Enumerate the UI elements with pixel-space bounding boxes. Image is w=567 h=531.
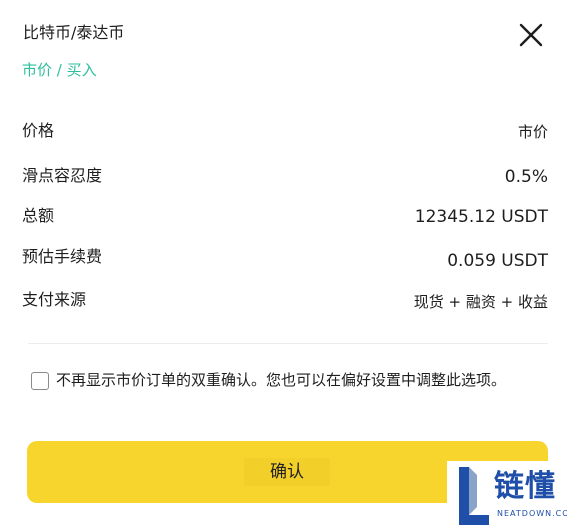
fee-label: 预估手续费 <box>22 247 103 266</box>
fee-value: 0.059 USDT <box>447 251 548 271</box>
dont-show-again-label[interactable]: 不再显示市价订单的双重确认。您也可以在偏好设置中调整此选项。 <box>56 369 506 391</box>
slippage-label: 滑点容忍度 <box>22 166 103 185</box>
slippage-value: 0.5% <box>504 167 548 187</box>
watermark-domain: NEATDOWN.COM <box>497 509 567 518</box>
watermark-logo: 链懂 NEATDOWN.COM <box>447 461 567 531</box>
order-type-label: 市价 / 买入 <box>22 61 97 79</box>
price-value: 市价 <box>517 123 548 141</box>
total-value: 12345.12 USDT <box>414 207 548 227</box>
payment-source-value: 现货 + 融资 + 收益 <box>413 293 548 311</box>
total-label: 总额 <box>22 206 55 225</box>
watermark-brand: 链懂 <box>494 469 556 504</box>
payment-source-label: 支付来源 <box>22 290 87 309</box>
pair-title: 比特币/泰达币 <box>23 23 125 42</box>
close-button[interactable] <box>516 20 546 50</box>
dont-show-again-checkbox[interactable] <box>31 372 49 390</box>
price-label: 价格 <box>22 121 55 140</box>
divider <box>28 343 548 344</box>
confirm-button-label[interactable]: 确认 <box>244 458 330 486</box>
logo-mark-icon <box>459 467 489 525</box>
close-icon <box>519 23 543 47</box>
